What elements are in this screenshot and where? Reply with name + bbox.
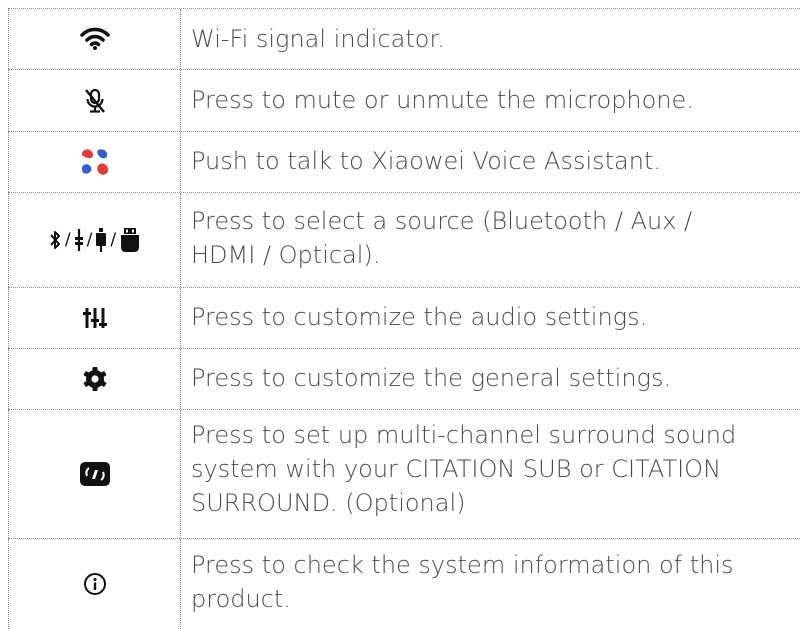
table-row: Press to check the system information of… — [8, 539, 800, 629]
row-text-line: Press to check the system information of… — [191, 551, 734, 579]
row-text-line: HDMI / Optical). — [191, 241, 381, 269]
description-text: Wi-Fi signal indicator. — [181, 9, 800, 69]
optical-icon — [119, 227, 141, 253]
aux-icon — [74, 228, 84, 252]
description-text: Press to set up multi-channel surround s… — [181, 410, 800, 538]
row-text-line: system with your CITATION SUB or CITATIO… — [191, 455, 722, 483]
row-text-line: SURROUND. (Optional) — [191, 489, 466, 517]
row-text: Press to customize the audio settings. — [191, 303, 648, 331]
icon-cell — [8, 132, 181, 192]
row-text-line: product. — [191, 585, 291, 613]
icon-cell — [8, 70, 181, 131]
source-icons: / / / — [48, 227, 141, 253]
bluetooth-icon — [48, 229, 62, 251]
icon-cell — [8, 288, 181, 348]
gear-icon — [82, 366, 108, 392]
icon-cell — [8, 410, 181, 538]
wifi-icon — [79, 27, 110, 51]
row-text-line: Press to select a source (Bluetooth / Au… — [191, 207, 693, 235]
table-row: Press to mute or unmute the microphone. — [8, 70, 800, 132]
description-text: Press to customize the general settings. — [181, 349, 800, 409]
audio-settings-icon — [82, 306, 107, 330]
row-text: Push to talk to Xiaowei Voice Assistant. — [191, 147, 662, 175]
separator: / — [110, 230, 117, 250]
separator: / — [64, 230, 71, 250]
voice-assistant-icon — [78, 147, 112, 177]
icon-cell — [8, 349, 181, 409]
description-text: Press to mute or unmute the microphone. — [181, 70, 800, 131]
icon-cell — [8, 539, 181, 629]
description-text: Push to talk to Xiaowei Voice Assistant. — [181, 132, 800, 192]
description-text: Press to customize the audio settings. — [181, 288, 800, 348]
hdmi-icon — [95, 227, 107, 253]
description-text: Press to select a source (Bluetooth / Au… — [181, 193, 800, 287]
table-row: Wi-Fi signal indicator. — [8, 9, 800, 70]
row-text-line: Press to set up multi-channel surround s… — [191, 421, 737, 449]
icon-cell: / / / — [8, 193, 181, 287]
controls-table: Wi-Fi signal indicator. Press to mute or… — [8, 8, 800, 629]
row-text: Press to customize the general settings. — [191, 364, 672, 392]
row-text: Press to mute or unmute the microphone. — [191, 86, 694, 114]
row-text: Wi-Fi signal indicator. — [191, 25, 445, 53]
description-text: Press to check the system information of… — [181, 539, 800, 629]
table-row: Press to set up multi-channel surround s… — [8, 410, 800, 539]
surround-icon — [79, 461, 111, 487]
icon-cell — [8, 9, 181, 69]
table-row: Push to talk to Xiaowei Voice Assistant. — [8, 132, 800, 193]
separator: / — [86, 230, 93, 250]
microphone-mute-icon — [84, 88, 106, 114]
info-icon — [83, 572, 107, 596]
table-row: / / / Press to select a source (Bluetoot… — [8, 193, 800, 288]
table-row: Press to customize the general settings. — [8, 349, 800, 410]
table-row: Press to customize the audio settings. — [8, 288, 800, 349]
